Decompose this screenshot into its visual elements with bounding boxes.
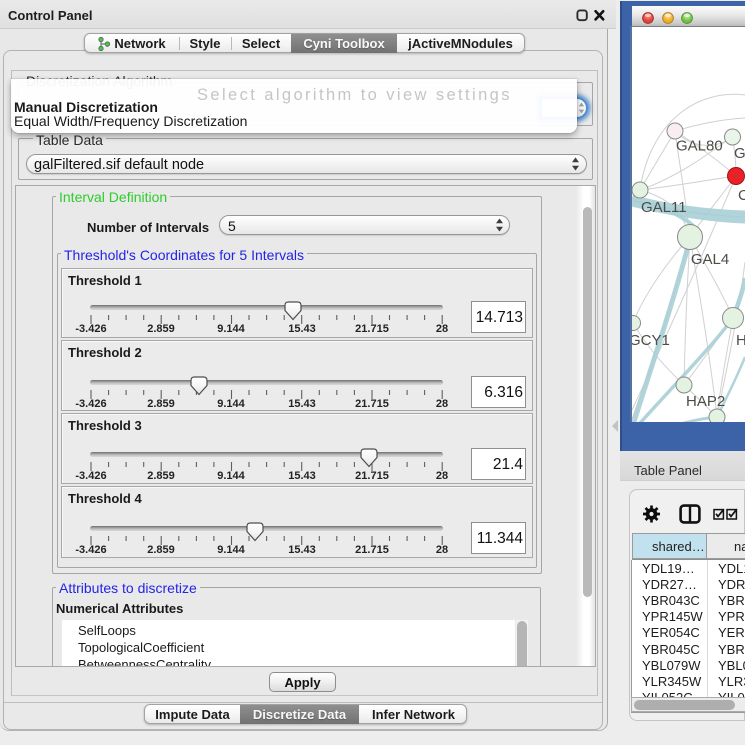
svg-text:GA: GA <box>734 145 745 162</box>
svg-text:CA: CA <box>738 187 745 204</box>
svg-text:HAP2: HAP2 <box>686 393 725 410</box>
svg-text:GAL11: GAL11 <box>641 199 687 216</box>
svg-text:H: H <box>736 332 745 349</box>
svg-text:GAL4: GAL4 <box>691 251 729 268</box>
svg-text:GAL80: GAL80 <box>676 138 723 155</box>
svg-text:GCY1: GCY1 <box>632 332 670 349</box>
